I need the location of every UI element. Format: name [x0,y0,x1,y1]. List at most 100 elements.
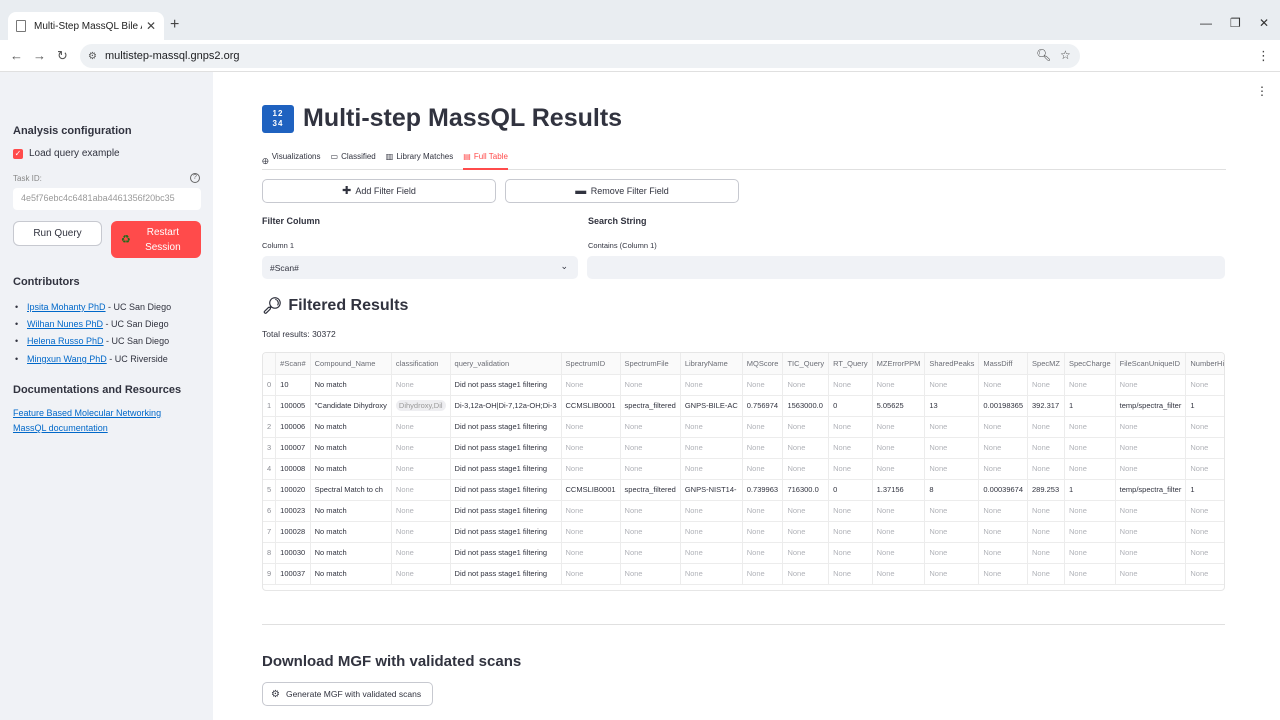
table-cell[interactable]: Did not pass stage1 filtering [450,542,562,564]
column-header[interactable]: RT_Query [828,353,873,375]
table-cell[interactable]: 10 [275,374,311,396]
table-cell[interactable]: None [924,458,980,480]
table-cell[interactable]: Did not pass stage1 filtering [450,479,562,501]
column-header[interactable]: SpecMZ [1027,353,1065,375]
browser-menu-icon[interactable]: ⋮ [1257,48,1270,64]
table-cell[interactable]: Did not pass stage1 filtering [450,563,562,585]
column-header[interactable]: Compound_Name [310,353,392,375]
table-cell[interactable]: None [1185,521,1224,543]
table-cell[interactable]: None [1027,542,1065,564]
table-cell[interactable]: 100007 [275,437,311,459]
table-cell[interactable]: 0.00198365 [978,395,1029,417]
browser-tab[interactable]: Multi-Step MassQL Bile Acid Is ✕ [8,12,164,40]
back-icon[interactable]: ← [10,48,23,63]
close-window-icon[interactable]: ✕ [1259,16,1269,30]
table-row[interactable]: 2 100006 No match None Did not pass stage1 f… [263,416,1224,438]
table-cell[interactable]: None [1027,521,1065,543]
table-cell[interactable]: 100005 [275,395,311,417]
column-header[interactable]: NumberHits [1185,353,1224,375]
table-cell[interactable]: None [561,437,621,459]
table-cell[interactable]: No match [310,437,392,459]
table-cell[interactable]: None [782,374,830,396]
fbmn-link[interactable]: Feature Based Molecular Networking [13,408,161,418]
table-cell[interactable]: None [1027,458,1065,480]
table-cell[interactable]: None [1027,416,1065,438]
table-cell[interactable]: 9 [263,563,277,585]
massql-docs-link[interactable]: MassQL documentation [13,423,108,433]
table-row[interactable]: 6 100023 No match None Did not pass stage1 f… [263,500,1224,522]
table-cell[interactable]: None [782,437,830,459]
contributor-link[interactable]: Mingxun Wang PhD [27,354,107,364]
table-cell[interactable]: None [1027,500,1065,522]
table-cell[interactable]: None [742,374,784,396]
table-cell[interactable]: None [872,500,926,522]
table-cell[interactable]: CCMSLIB0001 [561,479,621,501]
remove-filter-button[interactable]: ▬ Remove Filter Field [505,179,739,203]
table-cell[interactable]: None [620,500,681,522]
table-row[interactable]: 7 100028 No match None Did not pass stage1 f… [263,521,1224,543]
table-cell[interactable]: spectra_filtered [620,395,681,417]
restore-icon[interactable]: ❐ [1230,16,1241,30]
table-cell[interactable]: None [742,542,784,564]
table-cell[interactable]: None [872,374,926,396]
table-cell[interactable]: None [872,437,926,459]
table-cell[interactable]: None [391,563,451,585]
table-cell[interactable]: Did not pass stage1 filtering [450,374,562,396]
table-row[interactable]: 8 100030 No match None Did not pass stage1 f… [263,542,1224,564]
table-cell[interactable]: 1563000.0 [782,395,830,417]
table-cell[interactable]: 1 [1185,479,1224,501]
table-cell[interactable]: 0.739963 [742,479,784,501]
table-cell[interactable]: None [1064,458,1116,480]
table-cell[interactable]: None [828,563,873,585]
table-cell[interactable]: None [680,374,743,396]
table-cell[interactable]: None [1115,563,1187,585]
column-header[interactable]: MassDiff [978,353,1029,375]
table-cell[interactable]: None [391,521,451,543]
table-cell[interactable]: None [782,458,830,480]
table-cell[interactable]: None [978,416,1029,438]
table-cell[interactable]: None [1115,437,1187,459]
table-row[interactable]: 9 100037 No match None Did not pass stage1 f… [263,563,1224,585]
tab-classified[interactable]: ▭ Classified [331,150,376,170]
table-cell[interactable]: 1 [1064,395,1116,417]
column-header[interactable]: SpectrumFile [620,353,681,375]
table-cell[interactable]: 0 [263,374,277,396]
table-cell[interactable]: 100006 [275,416,311,438]
table-cell[interactable]: Di-3,12a-OH|Di-7,12a-OH;Di-3 [450,395,562,417]
table-cell[interactable]: None [872,458,926,480]
table-cell[interactable]: None [620,416,681,438]
table-cell[interactable]: 1 [263,395,277,417]
table-cell[interactable]: None [872,521,926,543]
bookmark-star-icon[interactable]: ☆ [1060,48,1071,62]
app-menu-icon[interactable]: ⋮ [1256,84,1268,98]
table-row[interactable]: 1 100005 "Candidate Dihydroxy Dihydroxy,Dil… [263,395,1224,417]
table-cell[interactable]: 3 [263,437,277,459]
column-header[interactable]: classification [391,353,451,375]
table-cell[interactable]: 0.756974 [742,395,784,417]
table-cell[interactable]: 716300.0 [782,479,830,501]
table-cell[interactable]: 0 [828,479,873,501]
new-tab-icon[interactable]: + [170,16,179,34]
add-filter-button[interactable]: ✚ Add Filter Field [262,179,496,203]
table-cell[interactable]: None [1064,374,1116,396]
url-field[interactable]: ⚙ multistep-massql.gnps2.org 🔍︎ ☆ [80,44,1080,68]
table-cell[interactable]: 5 [263,479,277,501]
table-cell[interactable]: None [391,437,451,459]
table-cell[interactable]: 100020 [275,479,311,501]
table-cell[interactable]: None [561,416,621,438]
table-cell[interactable]: None [742,563,784,585]
table-cell[interactable]: None [978,521,1029,543]
search-string-input[interactable] [587,256,1225,279]
table-cell[interactable]: GNPS-NIST14- [680,479,743,501]
table-cell[interactable]: None [1185,500,1224,522]
column-header[interactable]: TIC_Query [782,353,830,375]
generate-mgf-button[interactable]: ⚙ Generate MGF with validated scans [262,682,433,706]
table-cell[interactable]: 100028 [275,521,311,543]
table-cell[interactable]: No match [310,521,392,543]
table-cell[interactable]: None [561,500,621,522]
minimize-icon[interactable]: — [1200,16,1212,30]
table-cell[interactable]: None [620,563,681,585]
table-cell[interactable]: None [391,542,451,564]
table-cell[interactable]: None [1027,374,1065,396]
table-cell[interactable]: No match [310,500,392,522]
